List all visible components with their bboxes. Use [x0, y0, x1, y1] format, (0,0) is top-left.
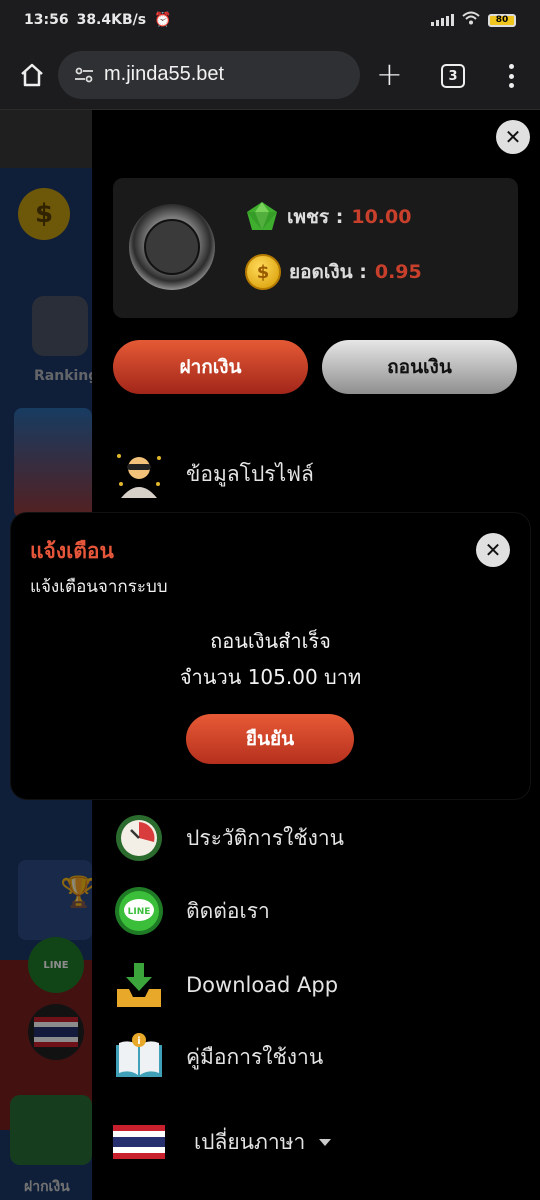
diamond-value: 10.00	[351, 206, 412, 228]
status-net-speed: 38.4KB/s	[76, 12, 147, 28]
menu-item-contact[interactable]: LINE ติดต่อเรา	[112, 883, 512, 939]
site-settings-icon[interactable]	[74, 67, 94, 83]
alarm-icon: ⏰	[154, 12, 172, 28]
balance-label: ยอดเงิน :	[289, 261, 367, 283]
alert-modal: แจ้งเตือน แจ้งเตือนจากระบบ ✕ ถอนเงินสำเร…	[11, 513, 530, 799]
menu-label-download: Download App	[186, 973, 339, 997]
menu-item-history[interactable]: ประวัติการใช้งาน	[112, 810, 512, 866]
signal-icon	[431, 14, 454, 26]
menu-label-language: เปลี่ยนภาษา	[194, 1129, 306, 1154]
balance-value: 0.95	[374, 261, 422, 283]
menu-label-history: ประวัติการใช้งาน	[186, 825, 345, 850]
tab-switcher-button[interactable]: 3	[441, 64, 465, 88]
modal-close-button[interactable]: ✕	[476, 533, 510, 567]
status-bar: 13:56 38.4KB/s ⏰ 80	[0, 0, 540, 40]
chevron-down-icon[interactable]	[319, 1138, 332, 1146]
status-time: 13:56	[24, 12, 69, 28]
profile-icon	[112, 447, 166, 501]
menu-label-contact: ติดต่อเรา	[186, 898, 270, 923]
modal-title: แจ้งเตือน	[30, 539, 114, 563]
modal-message-status: ถอนเงินสำเร็จ	[210, 629, 331, 653]
diamond-label: เพชร :	[287, 206, 344, 228]
menu-label-profile: ข้อมูลโปรไฟล์	[186, 461, 314, 486]
menu-item-manual[interactable]: i คู่มือการใช้งาน	[112, 1029, 512, 1085]
battery-icon: 80	[488, 13, 516, 27]
drawer-close-button[interactable]: ✕	[496, 120, 530, 154]
modal-subtitle: แจ้งเตือนจากระบบ	[30, 577, 168, 597]
menu-label-manual: คู่มือการใช้งาน	[186, 1044, 324, 1069]
coin-icon: $	[245, 254, 281, 290]
modal-message-amount: จำนวน 105.00 บาท	[179, 665, 362, 689]
svg-text:LINE: LINE	[128, 907, 151, 917]
more-menu-icon[interactable]	[506, 64, 516, 88]
browser-toolbar: m.jinda55.bet + 3	[0, 40, 540, 110]
wifi-icon	[462, 11, 480, 29]
balance-row: $ ยอดเงิน : 0.95	[245, 254, 422, 290]
menu-item-download[interactable]: Download App	[112, 957, 512, 1013]
diamond-icon	[247, 202, 277, 230]
new-tab-button[interactable]: +	[376, 58, 403, 90]
diamond-row: เพชร : 10.00	[245, 200, 411, 234]
address-bar[interactable]: m.jinda55.bet	[58, 50, 360, 99]
thai-flag-icon	[112, 1115, 166, 1169]
menu-item-profile[interactable]: ข้อมูลโปรไฟล์	[112, 446, 512, 502]
url-text: m.jinda55.bet	[104, 63, 225, 85]
menu-item-language[interactable]: เปลี่ยนภาษา	[112, 1114, 512, 1170]
line-icon: LINE	[112, 884, 166, 938]
download-icon	[112, 958, 166, 1012]
home-icon	[21, 63, 43, 86]
history-icon	[112, 811, 166, 865]
home-button[interactable]	[16, 59, 48, 91]
manual-icon: i	[112, 1030, 166, 1084]
deposit-button[interactable]: ฝากเงิน	[113, 340, 308, 394]
wallet-card: เพชร : 10.00 $ ยอดเงิน : 0.95	[113, 178, 518, 318]
svg-text:i: i	[137, 1036, 140, 1047]
confirm-button[interactable]: ยืนยัน	[186, 714, 354, 764]
withdraw-button[interactable]: ถอนเงิน	[322, 340, 517, 394]
avatar	[129, 204, 215, 290]
